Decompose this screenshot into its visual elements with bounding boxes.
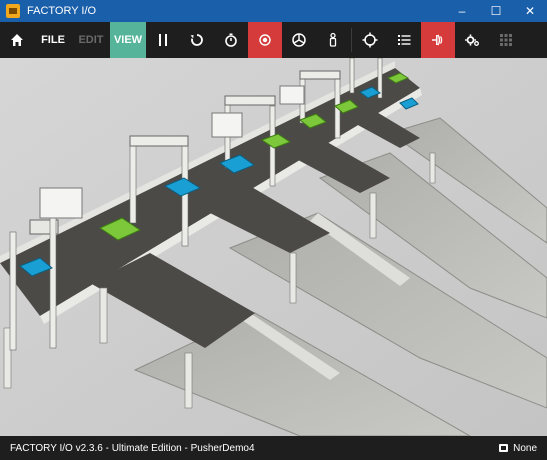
grid-icon [500,34,512,46]
maximize-button[interactable]: ☐ [479,0,513,22]
toolbar-divider [351,28,352,52]
camera-selector[interactable]: None [499,443,537,454]
close-button[interactable]: ✕ [513,0,547,22]
status-version-text: FACTORY I/O v2.3.6 - Ultimate Edition - … [10,442,255,454]
pause-button[interactable] [146,22,180,58]
camera-value: None [513,442,537,454]
camera-icon [499,444,509,452]
scene-viewport[interactable] [0,58,547,436]
crosshair-button[interactable] [353,22,387,58]
reset-button[interactable] [180,22,214,58]
list-icon [398,35,411,45]
list-button[interactable] [387,22,421,58]
main-toolbar: FILE EDIT VIEW [0,22,547,58]
factory-scene-render [0,58,547,436]
sensor-button[interactable] [248,22,282,58]
home-button[interactable] [0,22,34,58]
grid-button[interactable] [489,22,523,58]
timer-button[interactable] [214,22,248,58]
driver-icon [432,34,443,46]
person-icon [329,32,337,47]
drive-button[interactable] [282,22,316,58]
window-title: FACTORY I/O [27,5,97,17]
settings-button[interactable] [455,22,489,58]
settings-icon [465,34,479,46]
app-logo-icon [6,4,20,18]
minimize-button[interactable]: – [445,0,479,22]
driver-button[interactable] [421,22,455,58]
timer-icon [225,33,237,47]
home-icon [11,34,23,46]
reset-icon [190,34,203,46]
drive-icon [292,33,306,47]
crosshair-icon [362,32,378,48]
status-bar: FACTORY I/O v2.3.6 - Ultimate Edition - … [0,436,547,460]
pause-icon [159,34,167,46]
title-bar: FACTORY I/O – ☐ ✕ [0,0,547,22]
person-button[interactable] [316,22,350,58]
edit-menu[interactable]: EDIT [72,22,110,58]
sensor-icon [259,34,271,46]
view-menu[interactable]: VIEW [110,22,146,58]
file-menu[interactable]: FILE [34,22,72,58]
